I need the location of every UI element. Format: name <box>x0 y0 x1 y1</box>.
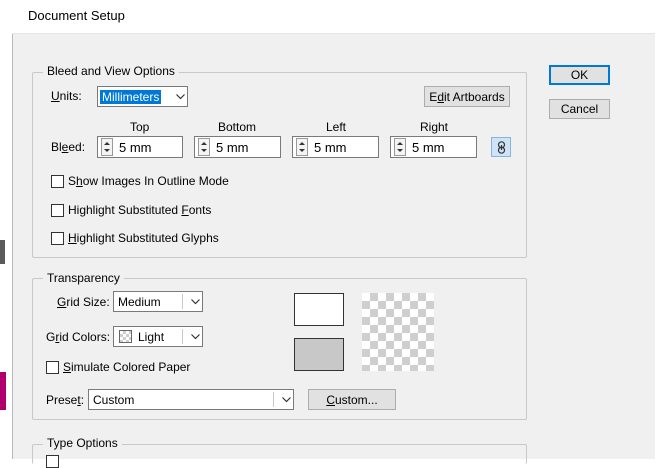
preset-value: Custom <box>93 392 135 407</box>
highlight-fonts-checkbox[interactable]: Highlight Substituted Fonts <box>51 203 211 217</box>
bleed-right-value: 5 mm <box>412 139 445 155</box>
background-window-right <box>655 0 665 459</box>
checkbox-box[interactable] <box>46 360 59 374</box>
window-title: Document Setup <box>28 8 125 23</box>
grid-colors-label: Grid Colors: <box>46 330 111 344</box>
units-value: Millimeters <box>100 89 162 104</box>
checkbox-box[interactable] <box>51 231 64 245</box>
custom-button[interactable]: Custom... <box>308 389 396 410</box>
bleed-label: Bleed: <box>51 140 86 154</box>
simulate-colored-paper-label: Simulate Colored Paper <box>63 360 191 374</box>
spinner-arrows-icon[interactable] <box>198 138 210 156</box>
preset-select[interactable]: Custom <box>88 389 294 410</box>
grid-colors-select[interactable]: Light <box>113 326 203 347</box>
chevron-down-icon <box>191 333 200 340</box>
combo-divider <box>273 392 274 407</box>
simulate-colored-paper-checkbox[interactable]: Simulate Colored Paper <box>46 360 190 374</box>
transparency-grid-preview <box>362 293 434 371</box>
chevron-down-icon <box>191 298 200 305</box>
type-options-checkbox[interactable] <box>46 455 59 468</box>
title-bar[interactable]: Document Setup <box>12 0 655 34</box>
bleed-top-field[interactable]: 5 mm <box>97 136 183 158</box>
bleed-right-field[interactable]: 5 mm <box>390 136 477 158</box>
bleed-view-legend: Bleed and View Options <box>43 64 179 78</box>
units-label: Units: <box>51 89 82 103</box>
background-window-edge <box>0 240 5 264</box>
bleed-top-header: Top <box>130 120 150 134</box>
highlight-glyphs-checkbox[interactable]: Highlight Substituted Glyphs <box>51 231 219 245</box>
checkbox-box[interactable] <box>51 203 64 217</box>
units-select[interactable]: Millimeters <box>97 86 188 107</box>
bleed-bottom-field[interactable]: 5 mm <box>194 136 281 158</box>
grid-size-select[interactable]: Medium <box>113 291 203 312</box>
cancel-button[interactable]: Cancel <box>549 99 610 119</box>
highlight-fonts-label: Highlight Substituted Fonts <box>68 203 212 217</box>
bleed-bottom-value: 5 mm <box>216 139 249 155</box>
bleed-left-value: 5 mm <box>314 139 347 155</box>
ok-button[interactable]: OK <box>549 65 610 85</box>
grid-color-swatch-1[interactable] <box>294 293 344 326</box>
grid-size-label: Grid Size: <box>57 295 110 309</box>
light-grid-swatch-icon <box>119 330 132 343</box>
bleed-right-header: Right <box>420 120 449 134</box>
grid-size-value: Medium <box>118 294 161 309</box>
checkbox-box[interactable] <box>51 174 64 188</box>
combo-divider <box>182 329 183 344</box>
edit-artboards-button[interactable]: Ed it Artboards <box>424 86 510 107</box>
type-options-legend: Type Options <box>43 436 122 450</box>
preset-label: Preset: <box>46 393 85 407</box>
combo-divider <box>182 294 183 309</box>
highlight-glyphs-label: Highlight Substituted Glyphs <box>68 231 219 245</box>
background-window-accent <box>0 372 6 410</box>
bleed-top-value: 5 mm <box>119 139 152 155</box>
chevron-down-icon <box>176 93 185 100</box>
show-images-outline-checkbox[interactable]: Show Images In Outline Mode <box>51 174 229 188</box>
grid-colors-value: Light <box>138 329 165 344</box>
spinner-arrows-icon[interactable] <box>101 138 113 156</box>
grid-color-swatch-2[interactable] <box>294 338 344 371</box>
transparency-legend: Transparency <box>43 271 124 285</box>
bleed-left-field[interactable]: 5 mm <box>292 136 379 158</box>
bleed-bottom-header: Bottom <box>218 120 257 134</box>
spinner-arrows-icon[interactable] <box>394 138 406 156</box>
link-icon <box>497 141 506 157</box>
bleed-left-header: Left <box>326 120 347 134</box>
link-bleed-button[interactable] <box>491 137 511 157</box>
spinner-arrows-icon[interactable] <box>296 138 308 156</box>
show-images-outline-label: Show Images In Outline Mode <box>68 174 229 188</box>
chevron-down-icon <box>282 396 291 403</box>
